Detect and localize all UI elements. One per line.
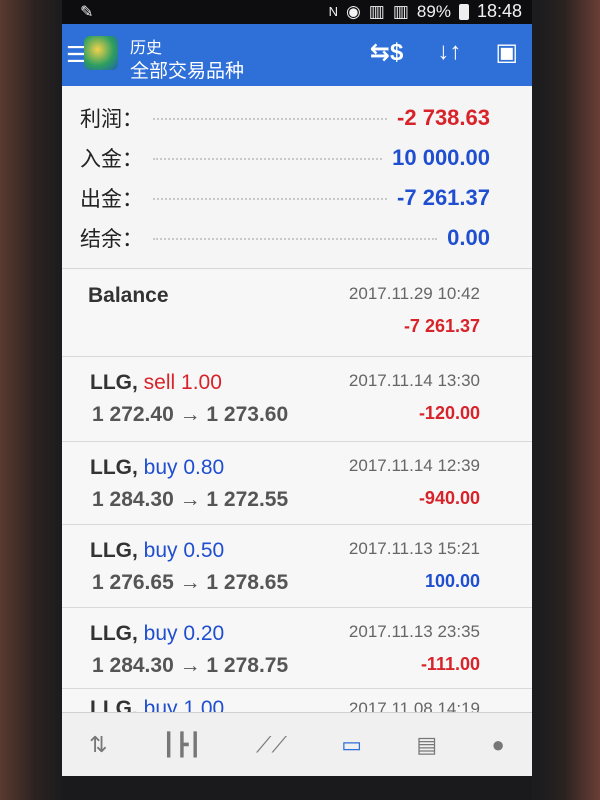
- page-title: 历史: [130, 40, 163, 57]
- item-prices: 1 272.40 → 1 273.60: [92, 403, 289, 426]
- summary-label: 入金：: [80, 148, 143, 171]
- news-icon[interactable]: ▤: [416, 732, 437, 758]
- summary-value: -2 738.63: [397, 105, 490, 130]
- item-title: LLG, buy 0.50: [90, 539, 224, 563]
- chat-icon[interactable]: ●: [491, 732, 504, 758]
- item-time: 2017.11.08 14:19: [348, 699, 480, 713]
- sort-icon[interactable]: ↓↑: [437, 38, 461, 67]
- item-action: buy 0.80: [143, 456, 225, 479]
- summary-label: 出金：: [80, 188, 143, 211]
- item-title: LLG, buy 0.80: [90, 456, 224, 480]
- item-time: 2017.11.14 13:30: [348, 371, 480, 390]
- summary-value: 0.00: [447, 225, 490, 250]
- cell-signal-icon: ▥: [368, 1, 385, 21]
- item-profit: 100.00: [424, 571, 480, 591]
- summary-panel: 利润： -2 738.63 入金： 10 000.00 出金： -7 261.3…: [62, 86, 532, 269]
- item-action: buy 0.50: [143, 539, 225, 562]
- symbol-filter[interactable]: 全部交易品种: [130, 56, 244, 83]
- app-logo[interactable]: [84, 36, 118, 70]
- summary-row-profit: 利润： -2 738.63: [80, 98, 490, 138]
- signal-label: N: [328, 4, 338, 19]
- item-symbol: LLG,: [90, 539, 138, 562]
- dotted-leader: [153, 237, 438, 240]
- battery-icon: [458, 3, 469, 20]
- summary-label: 利润：: [80, 108, 143, 131]
- item-time: 2017.11.13 15:21: [348, 539, 480, 558]
- item-profit: -111.00: [420, 654, 480, 674]
- menu-icon[interactable]: ☰: [66, 42, 86, 68]
- item-profit: -7 261.37: [403, 316, 480, 336]
- trade-icon[interactable]: ⇅: [89, 732, 107, 758]
- chart-lines-icon[interactable]: ⟋⟋: [256, 732, 287, 758]
- dotted-leader: [153, 197, 388, 200]
- dotted-leader: [153, 157, 383, 160]
- calendar-icon[interactable]: ▣: [495, 38, 518, 67]
- item-time: 2017.11.14 12:39: [348, 456, 480, 475]
- history-icon[interactable]: ▭: [341, 732, 362, 758]
- item-prices: 1 276.65 → 1 278.65: [92, 571, 289, 594]
- item-action: buy 0.20: [143, 622, 225, 645]
- history-item[interactable]: LLG, buy 0.20 2017.11.13 23:35 1 284.30 …: [62, 608, 532, 689]
- summary-row-withdrawal: 出金： -7 261.37: [80, 178, 490, 218]
- status-bar: ✎ N ◉ ▥ ▥ 89% 18:48: [62, 0, 532, 24]
- item-prices: 1 284.30 → 1 278.75: [92, 654, 289, 677]
- history-item[interactable]: LLG, buy 0.80 2017.11.14 12:39 1 284.30 …: [62, 442, 532, 525]
- app-bar: ☰ 历史 全部交易品种 ⇆$ ↓↑ ▣: [62, 24, 532, 86]
- clock: 18:48: [476, 1, 522, 21]
- cell-signal-icon-2: ▥: [392, 1, 409, 21]
- battery-percent: 89%: [416, 1, 451, 21]
- history-item-balance[interactable]: Balance 2017.11.29 10:42 -7 261.37: [62, 270, 532, 357]
- summary-value: 10 000.00: [392, 145, 490, 170]
- item-profit: -940.00: [418, 488, 480, 508]
- item-title: LLG, sell 1.00: [90, 371, 222, 395]
- item-action: sell 1.00: [143, 371, 222, 394]
- summary-label: 结余：: [80, 228, 143, 251]
- history-item[interactable]: LLG, sell 1.00 2017.11.14 13:30 1 272.40…: [62, 357, 532, 442]
- deposit-filter-icon[interactable]: ⇆$: [370, 38, 403, 67]
- item-symbol: LLG,: [90, 697, 138, 713]
- item-title: LLG, buy 1.00: [90, 697, 225, 713]
- screen: ✎ N ◉ ▥ ▥ 89% 18:48 ☰ 历史 全部交易品种 ⇆$ ↓↑ ▣ …: [62, 0, 532, 800]
- dotted-leader: [153, 117, 388, 120]
- wifi-icon: ◉: [345, 1, 361, 21]
- item-prices: 1 284.30 → 1 272.55: [92, 488, 289, 511]
- summary-value: -7 261.37: [397, 185, 490, 210]
- item-symbol: LLG,: [90, 622, 138, 645]
- history-item[interactable]: LLG, buy 0.50 2017.11.13 15:21 1 276.65 …: [62, 525, 532, 608]
- bottom-bezel: [62, 776, 532, 800]
- item-title: LLG, buy 0.20: [90, 622, 224, 646]
- chart-candles-icon[interactable]: ┃┣┃: [162, 732, 202, 758]
- item-symbol: LLG,: [90, 371, 138, 394]
- item-profit: -120.00: [418, 403, 480, 423]
- summary-row-balance: 结余： 0.00: [80, 218, 490, 258]
- item-symbol: LLG,: [90, 456, 138, 479]
- bottom-navigation: ⇅ ┃┣┃ ⟋⟋ ▭ ▤ ●: [62, 712, 532, 777]
- summary-row-deposit: 入金： 10 000.00: [80, 138, 490, 178]
- item-action: buy 1.00: [143, 697, 225, 713]
- item-title: Balance: [88, 284, 169, 307]
- item-time: 2017.11.13 23:35: [348, 622, 480, 641]
- usb-icon: ✎: [80, 4, 94, 21]
- history-item[interactable]: LLG, buy 1.00 2017.11.08 14:19: [62, 689, 532, 713]
- item-time: 2017.11.29 10:42: [348, 284, 480, 303]
